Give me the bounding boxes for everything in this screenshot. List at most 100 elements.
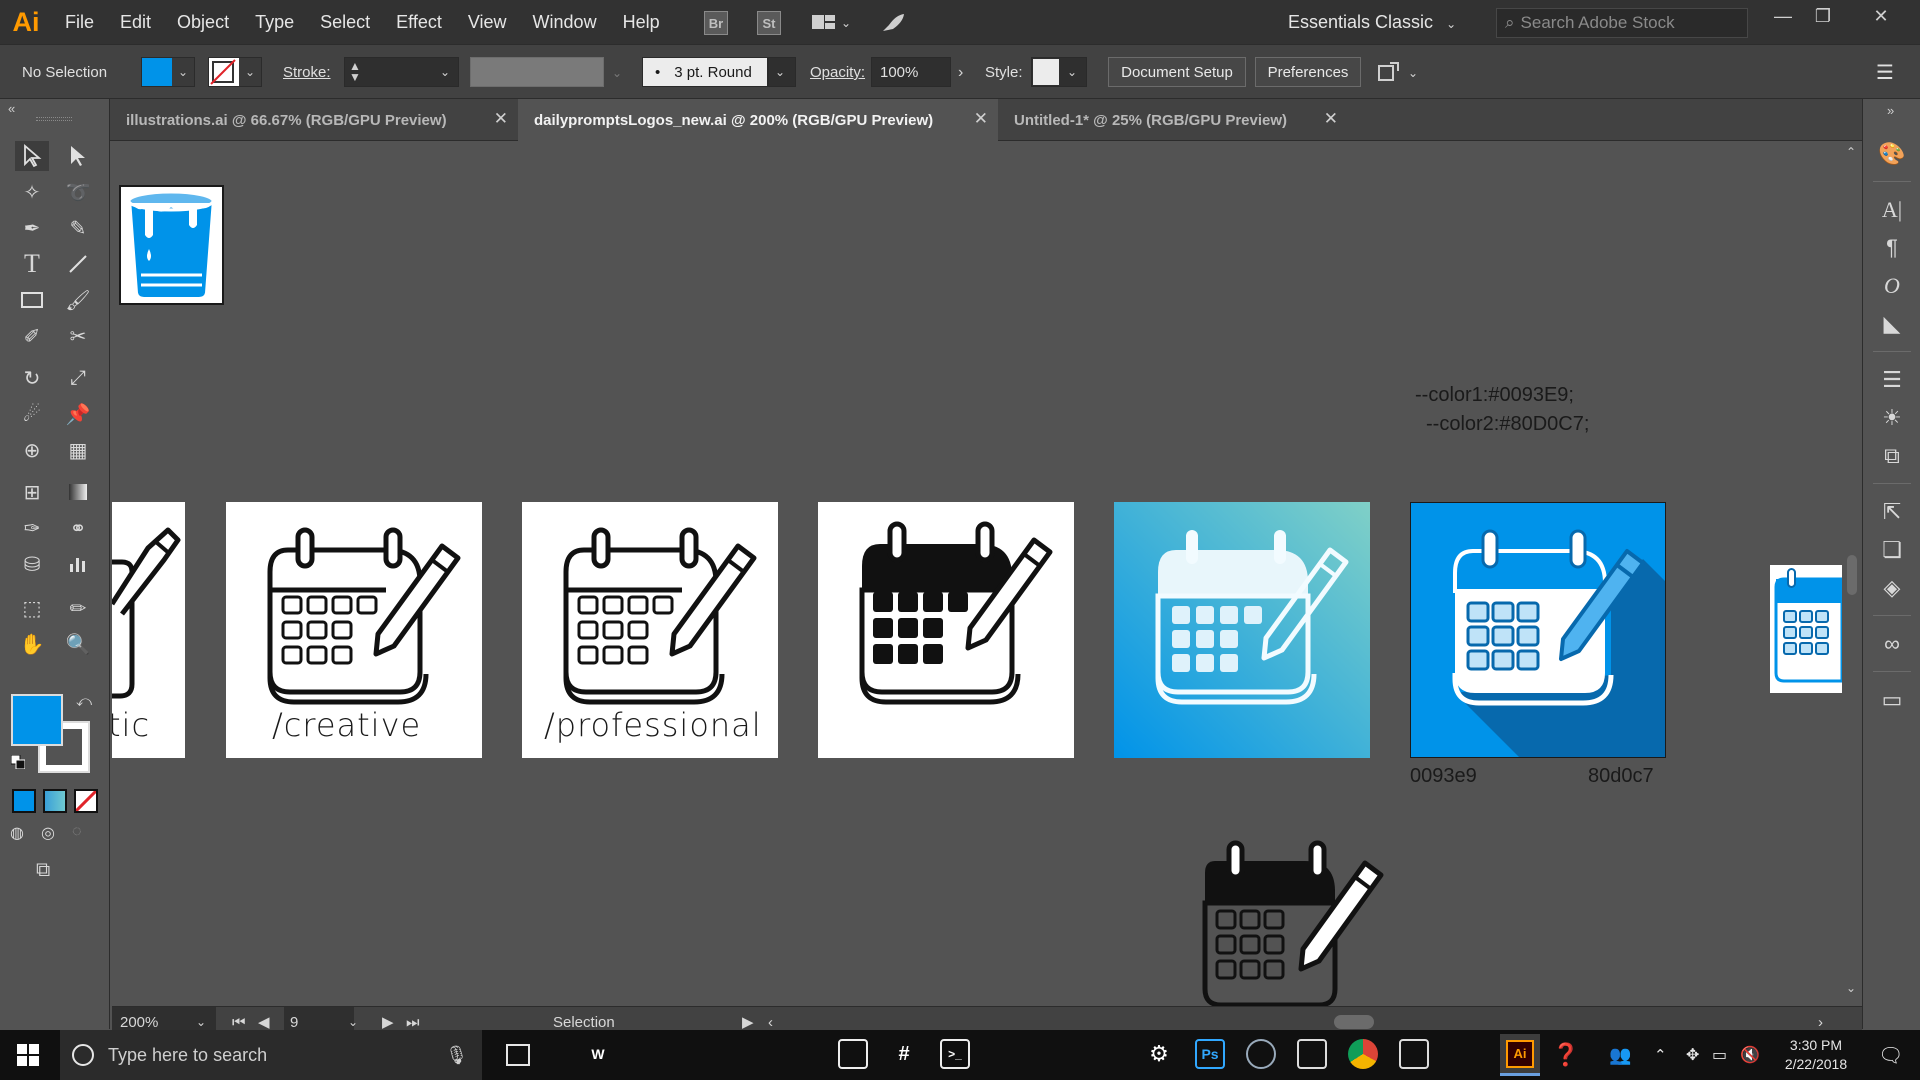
transparency-panel-button[interactable]: ▭ [1877,685,1907,715]
artboards-panel-button[interactable]: ❏ [1877,535,1907,565]
export-panel-button[interactable]: ⇱ [1877,497,1907,527]
fill-color-box[interactable] [11,694,63,746]
brush-dropdown[interactable]: ⌄ [768,57,796,87]
menu-file[interactable]: File [52,0,107,44]
transform-options-button[interactable]: ⌄ [1376,45,1418,100]
none-mode-button[interactable] [74,789,98,813]
taskbar-eclipse-icon[interactable] [787,1039,817,1069]
vertical-scroll-thumb[interactable] [1847,555,1857,595]
draw-normal-icon[interactable]: ◍ [10,823,36,847]
cc-libraries-button[interactable]: ∞ [1877,629,1907,659]
symbol-sprayer-tool[interactable]: ⛁ [15,549,49,579]
show-hidden-icons-icon[interactable]: ⌃ [1654,1030,1667,1080]
taskbar-visual-studio-icon[interactable] [1093,1039,1123,1069]
variable-width-profile[interactable] [470,57,604,87]
artboard-creative[interactable]: /creative [226,502,482,758]
taskbar-acrobat-icon[interactable] [991,1039,1021,1069]
taskbar-steam-icon[interactable] [1246,1039,1276,1069]
stroke-panel-button[interactable]: ☰ [1877,365,1907,395]
taskbar-slack-icon[interactable]: # [889,1039,919,1069]
css-color-note-2[interactable]: --color2:#80D0C7; [1426,413,1589,436]
graphic-style-picker[interactable]: ⌄ [1031,57,1087,87]
gradient-tool[interactable] [61,477,95,507]
bridge-button[interactable]: Br [704,11,728,35]
color-themes-button[interactable]: 🎨 [1877,139,1907,169]
color-caption-1[interactable]: 0093e9 [1410,765,1477,788]
menu-window[interactable]: Window [520,0,610,44]
taskbar-photos-icon[interactable] [838,1039,868,1069]
brush-definition[interactable]: • 3 pt. Round [642,57,768,87]
slice-tool[interactable]: ✏ [61,593,95,623]
taskbar-settings-icon[interactable]: ⚙ [1144,1039,1174,1069]
hand-tool[interactable]: ✋ [15,629,49,659]
appearance-panel-button[interactable]: ☀ [1877,403,1907,433]
volume-muted-icon[interactable]: 🔇 [1740,1030,1760,1080]
screen-mode-icon[interactable]: ⧉ [36,859,50,882]
taskbar-photoshop-icon[interactable]: Ps [1195,1039,1225,1069]
people-icon[interactable]: 👥 [1609,1030,1631,1080]
opentype-panel-button[interactable]: O [1877,271,1907,301]
menu-view[interactable]: View [455,0,520,44]
close-tab-icon[interactable]: ✕ [974,109,988,129]
default-fill-stroke-icon[interactable] [10,754,26,770]
layers-panel-button[interactable]: ◈ [1877,573,1907,603]
stock-search-input[interactable] [1520,13,1731,33]
character-panel-button[interactable]: A| [1877,195,1907,225]
artboard-partial-right[interactable] [1770,565,1842,693]
task-view-icon[interactable] [506,1044,530,1066]
microphone-icon[interactable]: 🎙 [445,1045,468,1066]
pen-tool[interactable]: ✒ [15,213,49,243]
taskbar-chrome-icon[interactable] [1348,1039,1378,1069]
taskbar-atom-icon[interactable] [685,1039,715,1069]
shaper-tool[interactable]: ✐ [15,321,49,351]
taskbar-inkscape-icon[interactable] [1297,1039,1327,1069]
artboard-gradient-blue[interactable] [1114,502,1370,758]
artboard-professional[interactable]: /professional [522,502,778,758]
restore-button[interactable]: ❐ [1798,0,1848,32]
magic-wand-tool[interactable]: ✧ [15,177,49,207]
scroll-up-icon[interactable]: ⌃ [1846,145,1856,159]
vertical-scrollbar[interactable]: ⌃ ⌄ [1842,141,1862,1011]
puppet-warp-tool[interactable]: 📌 [61,399,95,429]
direct-selection-tool[interactable] [61,141,95,171]
column-graph-tool[interactable] [61,549,95,579]
battery-icon[interactable]: ▭ [1712,1030,1727,1080]
swap-fill-stroke-icon[interactable]: ⤺ [76,693,92,710]
taskbar-word-icon[interactable]: W [583,1039,613,1069]
paintbrush-tool[interactable]: 🖌 [61,285,95,315]
artboard-calendar-partial[interactable]: tic [112,502,185,758]
stroke-label[interactable]: Stroke: [283,45,331,100]
zoom-tool[interactable]: 🔍 [61,629,95,659]
collapse-panel-icon[interactable]: « [8,101,15,116]
opacity-field[interactable]: 100% [871,57,951,87]
taskbar-paint-icon[interactable] [1399,1039,1429,1069]
taskbar-spotify-icon[interactable] [1042,1039,1072,1069]
tab-untitled-1[interactable]: Untitled-1* @ 25% (RGB/GPU Preview) ✕ [998,99,1348,141]
control-panel-menu-button[interactable]: ☰ [1876,45,1894,100]
document-canvas[interactable]: --color1:#0093E9; --color2:#80D0C7; tic … [112,141,1842,1011]
stroke-weight-field[interactable]: ▲ ▼ ⌄ [344,57,459,87]
selection-tool[interactable] [15,141,49,171]
tab-illustrations[interactable]: illustrations.ai @ 66.67% (RGB/GPU Previ… [110,99,518,141]
start-button[interactable] [16,1043,40,1072]
draw-inside-icon[interactable]: ◌ [72,823,98,847]
taskbar-notepad-icon[interactable] [1450,1039,1480,1069]
expand-panels-icon[interactable]: » [1887,103,1894,118]
panel-grip[interactable] [36,117,72,121]
paint-bucket-artwork[interactable] [119,185,224,305]
gradient-panel-button[interactable]: ◣ [1877,309,1907,339]
dropbox-icon[interactable]: ✥ [1686,1030,1699,1080]
paragraph-panel-button[interactable]: ¶ [1877,233,1907,263]
scissors-tool[interactable]: ✂ [61,321,95,351]
artboard-solid-black[interactable] [818,502,1074,758]
graphic-styles-button[interactable]: ⧉ [1877,441,1907,471]
loose-calendar-artwork[interactable] [1197,839,1397,1011]
stroke-stepper-icon[interactable]: ▲ ▼ [349,60,361,83]
taskbar-firefox-icon[interactable] [634,1039,664,1069]
menu-edit[interactable]: Edit [107,0,164,44]
rotate-tool[interactable]: ↻ [15,363,49,393]
menu-help[interactable]: Help [610,0,673,44]
mesh-tool[interactable]: ⊞ [15,477,49,507]
curvature-tool[interactable]: ✎ [61,213,95,243]
fill-color-picker[interactable]: ⌄ [141,57,195,87]
